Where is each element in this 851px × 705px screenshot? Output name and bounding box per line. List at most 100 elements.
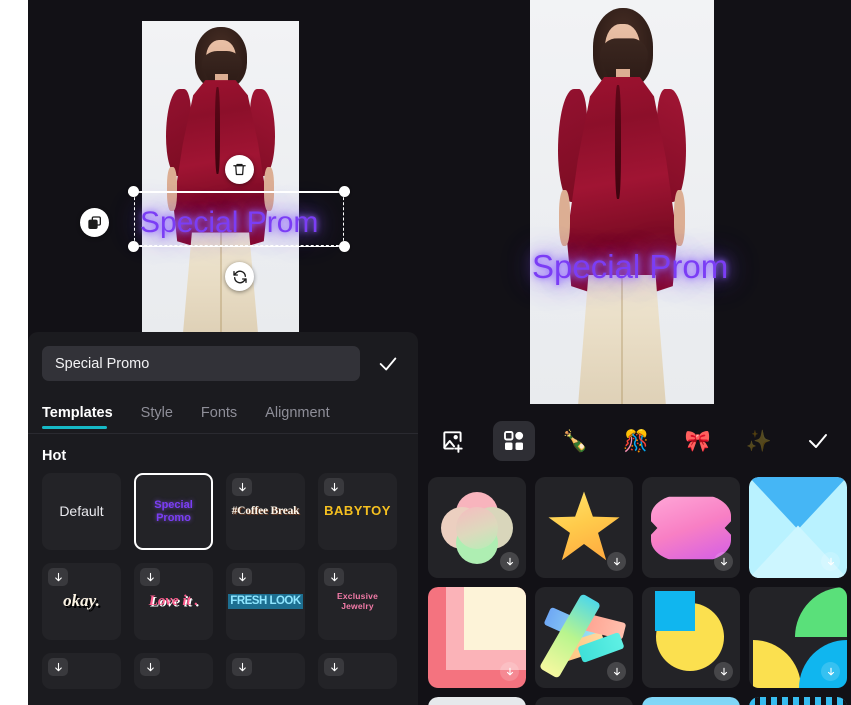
shape-card-star[interactable] (535, 477, 633, 578)
bottle-sticker-icon[interactable]: 🍾 (555, 421, 596, 461)
sticker-panel: 🍾 🎊 🎀 ✨ (418, 405, 851, 705)
shapes-grid-row-2 (418, 587, 851, 688)
text-name-row (28, 332, 418, 393)
download-icon[interactable] (607, 552, 626, 571)
check-icon (377, 353, 399, 375)
tab-style[interactable]: Style (141, 399, 173, 433)
model-photo (142, 21, 299, 332)
tab-alignment[interactable]: Alignment (265, 399, 329, 433)
resize-handle-bottom-left[interactable] (128, 241, 139, 252)
templates-grid-row-3 (28, 653, 418, 689)
confirm-name-button[interactable] (374, 350, 402, 378)
bottle-glyph: 🍾 (562, 429, 589, 453)
scallop-edge-shape (749, 697, 847, 705)
download-icon[interactable] (48, 568, 68, 586)
template-card-default[interactable]: Default (42, 473, 121, 550)
bowtie-sticker-icon[interactable]: 🎀 (677, 421, 718, 461)
text-selection-box[interactable] (128, 186, 350, 252)
template-card-special-promo[interactable]: Special Promo (134, 473, 213, 550)
template-label: Love it . (148, 593, 199, 610)
duplicate-icon (87, 215, 103, 231)
template-card-row3-1[interactable] (42, 653, 121, 689)
selection-bottom-line (128, 245, 350, 247)
shape-card-red-squares[interactable] (428, 587, 526, 688)
shape-card-quarter-circles[interactable] (749, 587, 847, 688)
download-icon[interactable] (821, 662, 840, 681)
download-icon[interactable] (140, 568, 160, 586)
text-name-input[interactable] (42, 346, 360, 381)
tab-fonts[interactable]: Fonts (201, 399, 237, 433)
shapes-grid-row-1 (418, 477, 851, 578)
sticker-confirm-button[interactable] (800, 421, 838, 461)
shape-card-light-square[interactable] (428, 697, 526, 705)
template-card-babytoy[interactable]: BABYTOY (318, 473, 397, 550)
download-icon[interactable] (232, 478, 252, 496)
templates-grid-row-2: okay. Love it . FRESH LOOK Exclusive Jew… (28, 563, 418, 640)
templates-grid-row-1: Default Special Promo #Coffee Break BABY… (28, 473, 418, 550)
template-card-coffee-break[interactable]: #Coffee Break (226, 473, 305, 550)
shape-card-pink-pill[interactable] (642, 477, 740, 578)
preview-text-overlay: Special Prom (532, 248, 729, 285)
shapes-grid-icon[interactable] (493, 421, 535, 461)
shape-card-blue-gradient[interactable] (642, 697, 740, 705)
resize-handle-bottom-right[interactable] (339, 241, 350, 252)
template-card-row3-3[interactable] (226, 653, 305, 689)
download-icon[interactable] (821, 552, 840, 571)
purple-triangle-shape (535, 697, 633, 705)
shape-card-pacman-circle[interactable] (642, 587, 740, 688)
download-icon[interactable] (324, 478, 344, 496)
shape-card-scallop-edge[interactable] (749, 697, 847, 705)
more-sticker-icon[interactable]: ✨ (738, 421, 779, 461)
confirm-check-icon (806, 429, 830, 453)
template-card-row3-4[interactable] (318, 653, 397, 689)
editor-tabs: Templates Style Fonts Alignment (28, 393, 418, 434)
template-label: Special Promo (154, 499, 193, 524)
download-icon[interactable] (607, 662, 626, 681)
duplicate-button[interactable] (80, 208, 109, 237)
resize-handle-top-left[interactable] (128, 186, 139, 197)
download-icon[interactable] (500, 662, 519, 681)
download-icon[interactable] (500, 552, 519, 571)
shape-card-crossed-bars[interactable] (535, 587, 633, 688)
clover-shape (441, 492, 513, 564)
shape-card-clover[interactable] (428, 477, 526, 578)
delete-button[interactable] (225, 155, 254, 184)
text-editor-panel: Templates Style Fonts Alignment Hot Defa… (28, 332, 418, 705)
confetti-sticker-icon[interactable]: 🎊 (616, 421, 657, 461)
template-card-love-it[interactable]: Love it . (134, 563, 213, 640)
sparkle-glyph: ✨ (745, 429, 772, 453)
shape-card-blue-diamond[interactable] (749, 477, 847, 578)
template-card-exclusive-jewelry[interactable]: Exclusive Jewelry (318, 563, 397, 640)
resize-handle-top-right[interactable] (339, 186, 350, 197)
add-image-icon[interactable] (432, 421, 473, 461)
bowtie-glyph: 🎀 (684, 429, 711, 453)
download-icon[interactable] (232, 568, 252, 586)
download-icon[interactable] (324, 568, 344, 586)
download-icon[interactable] (140, 658, 160, 676)
template-card-okay[interactable]: okay. (42, 563, 121, 640)
shape-card-purple-triangle[interactable] (535, 697, 633, 705)
preview-model-photo (530, 0, 714, 404)
selection-dashed-border (134, 192, 344, 246)
template-label: BABYTOY (324, 503, 391, 519)
download-icon[interactable] (714, 552, 733, 571)
sticker-toolbar: 🍾 🎊 🎀 ✨ (418, 405, 851, 477)
download-icon[interactable] (714, 662, 733, 681)
download-icon[interactable] (232, 658, 252, 676)
template-label: #Coffee Break (231, 505, 300, 518)
download-icon[interactable] (48, 658, 68, 676)
rotate-icon (232, 269, 248, 285)
template-label: FRESH LOOK (228, 594, 303, 609)
template-card-row3-2[interactable] (134, 653, 213, 689)
blue-gradient-shape (642, 697, 740, 705)
preview-artboard[interactable] (530, 0, 714, 404)
trash-icon (232, 162, 247, 177)
selection-top-line (128, 191, 350, 193)
rotate-button[interactable] (225, 262, 254, 291)
tab-templates[interactable]: Templates (42, 399, 113, 433)
confetti-glyph: 🎊 (623, 429, 650, 453)
template-label: okay. (63, 591, 100, 611)
download-icon[interactable] (324, 658, 344, 676)
canvas-artboard[interactable] (142, 21, 299, 332)
template-card-fresh-look[interactable]: FRESH LOOK (226, 563, 305, 640)
